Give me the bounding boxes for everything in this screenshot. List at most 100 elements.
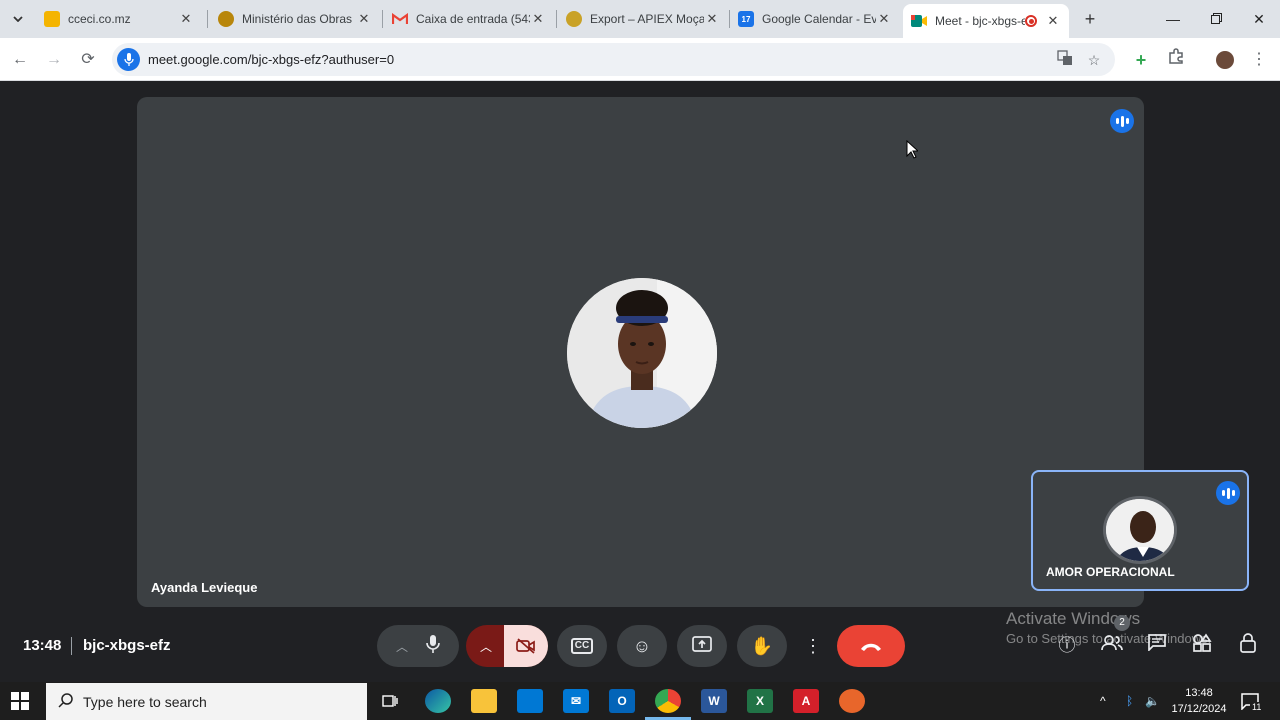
people-count-badge: 2 <box>1114 615 1130 631</box>
self-name: AMOR OPERACIONAL <box>1046 565 1175 579</box>
raise-hand-button[interactable]: ✋ <box>737 625 787 667</box>
chrome-icon[interactable] <box>655 689 681 713</box>
main-participant-tile[interactable]: Ayanda Levieque <box>137 97 1144 607</box>
leave-call-button[interactable] <box>837 625 905 667</box>
tab-title: Ministério das Obras <box>242 12 353 26</box>
notification-count: 11 <box>1250 702 1264 712</box>
tab-gmail[interactable]: Caixa de entrada (543 ✕ <box>384 4 554 34</box>
calendar-icon: 17 <box>738 11 754 27</box>
tab-ministerio[interactable]: Ministério das Obras ✕ <box>210 4 380 34</box>
close-icon[interactable]: ✕ <box>530 11 546 27</box>
show-hidden-icons[interactable]: ^ <box>1100 682 1106 720</box>
self-avatar <box>1103 496 1177 564</box>
tab-apiex[interactable]: Export – APIEX Moçar ✕ <box>558 4 728 34</box>
tab-cceci[interactable]: cceci.co.mz ✕ <box>36 4 202 34</box>
task-view-icon[interactable] <box>377 689 403 713</box>
restore-button[interactable] <box>1201 6 1231 32</box>
more-vert-icon: ⋮ <box>804 635 822 656</box>
tab-title: Meet - bjc-xbgs-e <box>935 14 1025 28</box>
microphone-indicator-icon[interactable] <box>117 48 140 71</box>
taskbar-date: 17/12/2024 <box>1171 703 1227 715</box>
hand-icon: ✋ <box>750 635 774 656</box>
profile-avatar[interactable] <box>1213 48 1237 72</box>
hang-up-icon <box>860 636 882 657</box>
tab-title: Caixa de entrada (543 <box>416 12 530 26</box>
participant-name: Ayanda Levieque <box>151 580 258 595</box>
audio-options-chevron-icon[interactable]: ︿ <box>396 638 408 655</box>
emoji-icon: ☺ <box>632 635 652 656</box>
bookmark-star-icon[interactable]: ☆ <box>1084 50 1104 70</box>
microphone-control: ︿ <box>377 625 459 667</box>
tab-title: Export – APIEX Moçar <box>590 12 704 26</box>
activities-icon[interactable] <box>1189 633 1215 659</box>
mail-icon[interactable]: ✉ <box>563 689 589 713</box>
browser-toolbar: ← → ⟳ meet.google.com/bjc-xbgs-efz?authu… <box>0 38 1280 81</box>
back-icon[interactable]: ← <box>8 48 32 72</box>
menu-dots-icon[interactable]: ⋮ <box>1247 48 1271 72</box>
url-text: meet.google.com/bjc-xbgs-efz?authuser=0 <box>148 52 395 67</box>
meet-icon <box>911 13 927 29</box>
address-bar[interactable]: meet.google.com/bjc-xbgs-efz?authuser=0 … <box>112 43 1115 76</box>
reactions-button[interactable]: ☺ <box>617 625 667 667</box>
windows-start-icon[interactable] <box>10 691 32 711</box>
meeting-clock: 13:48 <box>23 637 62 654</box>
close-icon[interactable]: ✕ <box>1045 13 1061 29</box>
bluetooth-icon[interactable]: ᛒ <box>1126 682 1133 720</box>
self-view-tile[interactable]: AMOR OPERACIONAL <box>1031 470 1249 591</box>
gmail-icon <box>392 11 408 27</box>
browser-tab-strip: cceci.co.mz ✕ Ministério das Obras ✕ Cai… <box>0 0 1280 38</box>
outlook-icon[interactable]: O <box>609 689 635 713</box>
tab-title: cceci.co.mz <box>68 12 131 26</box>
video-options-chevron-icon[interactable]: ︿ <box>480 638 492 655</box>
host-controls-icon[interactable] <box>1235 633 1261 659</box>
app-icon[interactable] <box>839 689 865 713</box>
cceci-icon <box>44 11 60 27</box>
translate-icon[interactable] <box>1055 50 1075 70</box>
close-icon[interactable]: ✕ <box>876 11 892 27</box>
search-icon <box>58 692 74 713</box>
word-icon[interactable]: W <box>701 689 727 713</box>
new-tab-button[interactable]: + <box>1080 8 1100 30</box>
tab-title: Google Calendar - Ev <box>762 12 876 26</box>
camera-off-icon[interactable] <box>504 625 548 667</box>
edge-icon[interactable] <box>425 689 451 713</box>
tab-meet[interactable]: Meet - bjc-xbgs-e ✕ <box>903 4 1069 38</box>
excel-icon[interactable]: X <box>747 689 773 713</box>
close-icon[interactable]: ✕ <box>704 11 720 27</box>
volume-icon[interactable]: 🔈 <box>1145 682 1160 720</box>
extension-plus-icon[interactable]: + <box>1129 48 1153 72</box>
notifications-icon[interactable] <box>1240 682 1260 720</box>
watermark-line1: Activate Windows <box>1006 609 1141 628</box>
store-icon[interactable] <box>517 689 543 713</box>
more-options-button[interactable]: ⋮ <box>797 625 829 667</box>
present-icon <box>692 635 712 657</box>
reload-icon[interactable]: ⟳ <box>76 48 100 72</box>
forward-icon[interactable]: → <box>42 48 66 72</box>
captions-button[interactable]: CC <box>557 625 607 667</box>
speaking-indicator-icon <box>1216 481 1240 505</box>
close-icon[interactable]: ✕ <box>178 11 194 27</box>
emblem-icon <box>218 11 234 27</box>
microphone-icon[interactable] <box>426 634 440 658</box>
tab-calendar[interactable]: 17 Google Calendar - Ev ✕ <box>730 4 900 34</box>
taskbar-search-box[interactable]: Type here to search <box>46 683 367 720</box>
minimize-button[interactable]: — <box>1158 6 1188 32</box>
close-icon[interactable]: ✕ <box>356 11 372 27</box>
acrobat-icon[interactable]: A <box>793 689 819 713</box>
tab-search-button[interactable] <box>6 8 30 30</box>
extensions-puzzle-icon[interactable] <box>1164 48 1188 72</box>
apiex-icon <box>566 11 582 27</box>
recording-icon <box>1025 15 1037 27</box>
taskbar-clock[interactable]: 13:48 17/12/2024 <box>1170 685 1228 717</box>
participant-avatar <box>567 278 717 428</box>
chat-icon[interactable] <box>1144 633 1170 659</box>
meet-area: Ayanda Levieque AMOR OPERACIONAL 13:48 b… <box>0 81 1280 682</box>
file-explorer-icon[interactable] <box>471 689 497 713</box>
people-icon[interactable] <box>1099 633 1125 659</box>
present-screen-button[interactable] <box>677 625 727 667</box>
meeting-info-icon[interactable]: ⓘ <box>1054 633 1080 659</box>
speaking-indicator-icon <box>1110 109 1134 133</box>
mouse-cursor-icon <box>906 139 920 164</box>
close-window-button[interactable]: ✕ <box>1244 6 1274 32</box>
taskbar-time: 13:48 <box>1185 687 1213 699</box>
